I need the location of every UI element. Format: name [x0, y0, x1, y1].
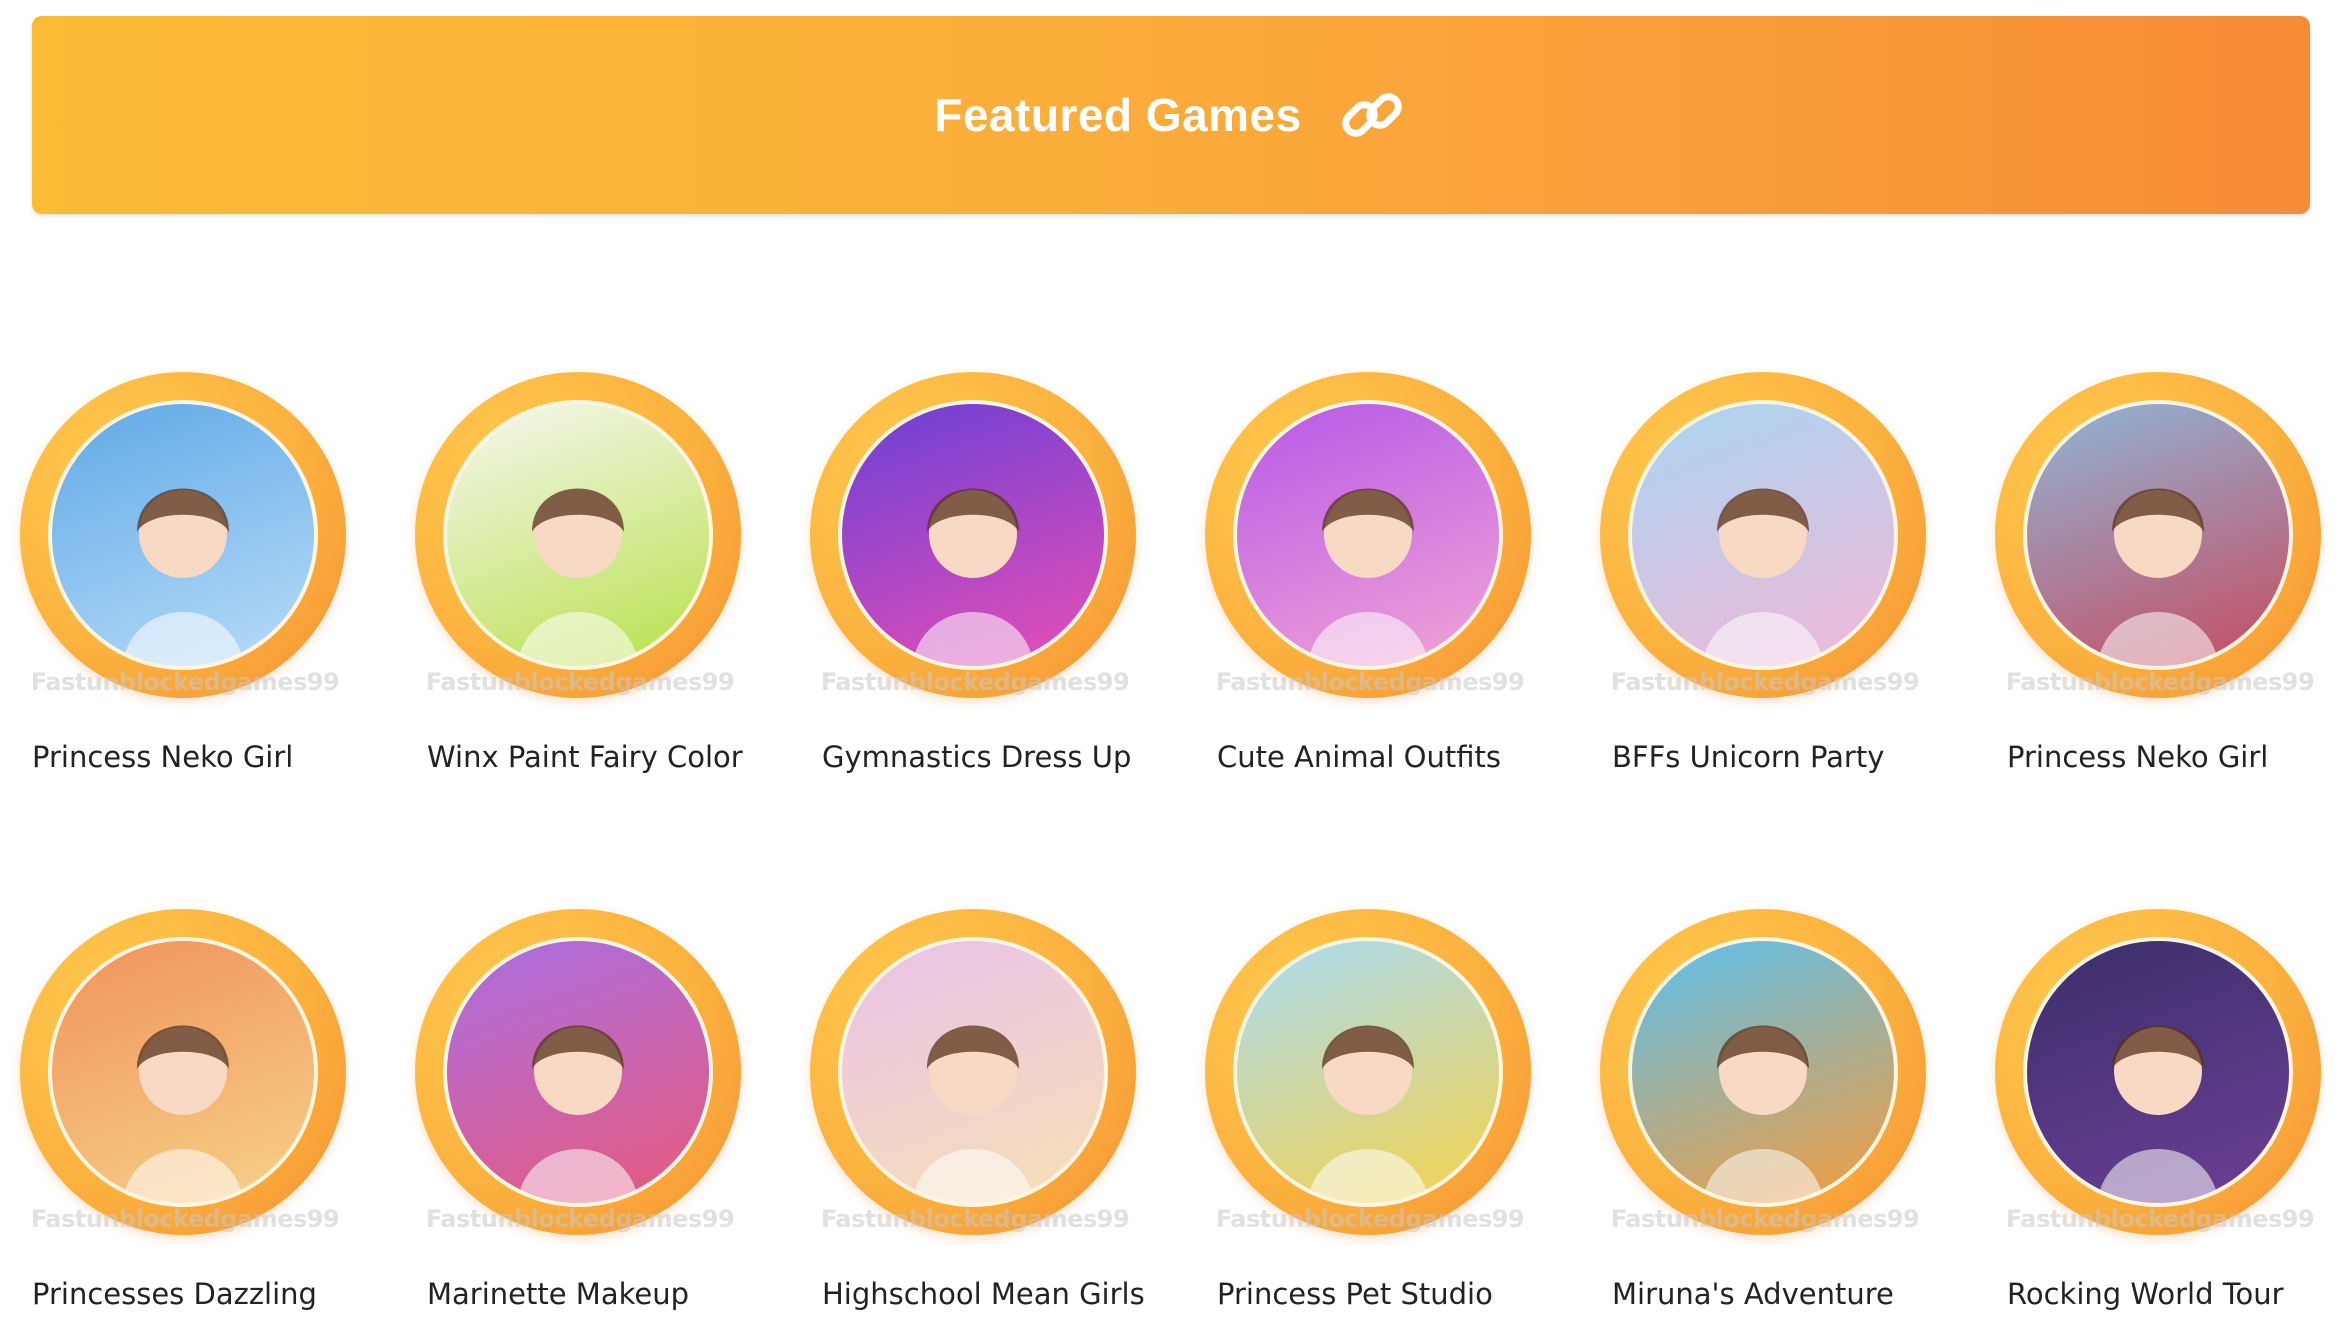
- game-thumbnail[interactable]: [1233, 400, 1503, 670]
- game-card[interactable]: Fastunblockedgames99 Princess Neko Girl: [1975, 372, 2321, 792]
- figure-body: [2097, 612, 2219, 666]
- banner-title: Featured Games: [934, 89, 1302, 141]
- game-title[interactable]: Winx Paint Fairy Color: [427, 740, 767, 774]
- game-art: [1702, 1025, 1824, 1203]
- game-art: [2097, 1025, 2219, 1203]
- game-art: [912, 488, 1034, 666]
- watermark-text: Fastunblockedgames99: [2005, 1205, 2315, 1233]
- game-card[interactable]: Fastunblockedgames99 Winx Paint Fairy Col…: [395, 372, 743, 792]
- game-art: [1307, 488, 1429, 666]
- watermark-text: Fastunblockedgames99: [820, 1205, 1130, 1233]
- game-thumbnail-ring[interactable]: [1205, 909, 1531, 1235]
- watermark-text: Fastunblockedgames99: [30, 1205, 340, 1233]
- game-title[interactable]: BFFs Unicorn Party: [1612, 740, 1952, 774]
- game-title[interactable]: Marinette Makeup: [427, 1277, 767, 1311]
- game-title[interactable]: Princesses Dazzling: [32, 1277, 372, 1311]
- featured-games-page: Featured Games Fastunblockedgames99 Princ…: [0, 0, 2342, 1330]
- game-card[interactable]: Fastunblockedgames99 Miruna's Adventure: [1580, 909, 1926, 1329]
- game-card[interactable]: Fastunblockedgames99 Princess Neko Girl: [0, 372, 346, 792]
- watermark-text: Fastunblockedgames99: [30, 668, 340, 696]
- figure-body: [1702, 1149, 1824, 1203]
- game-card[interactable]: Fastunblockedgames99 Marinette Makeup: [395, 909, 741, 1329]
- game-thumbnail-ring[interactable]: [810, 909, 1136, 1235]
- game-card[interactable]: Fastunblockedgames99 Princess Pet Studio: [1185, 909, 1531, 1329]
- game-card[interactable]: Fastunblockedgames99 Highschool Mean Girl…: [790, 909, 1145, 1329]
- game-thumbnail[interactable]: [838, 937, 1108, 1207]
- game-thumbnail[interactable]: [443, 937, 713, 1207]
- link-icon[interactable]: [1336, 79, 1408, 151]
- game-art: [517, 488, 639, 666]
- game-thumbnail[interactable]: [1628, 400, 1898, 670]
- game-title[interactable]: Princess Neko Girl: [2007, 740, 2342, 774]
- game-art: [2097, 488, 2219, 666]
- game-thumbnail-ring[interactable]: [1600, 909, 1926, 1235]
- watermark-text: Fastunblockedgames99: [1610, 668, 1920, 696]
- featured-games-banner[interactable]: Featured Games: [32, 16, 2310, 214]
- game-thumbnail-ring[interactable]: [20, 372, 346, 698]
- watermark-text: Fastunblockedgames99: [1215, 1205, 1525, 1233]
- game-thumbnail-ring[interactable]: [1995, 909, 2321, 1235]
- watermark-text: Fastunblockedgames99: [2005, 668, 2315, 696]
- figure-body: [912, 612, 1034, 666]
- watermark-text: Fastunblockedgames99: [1610, 1205, 1920, 1233]
- game-thumbnail[interactable]: [838, 400, 1108, 670]
- game-art: [912, 1025, 1034, 1203]
- game-card[interactable]: Fastunblockedgames99 BFFs Unicorn Party: [1580, 372, 1926, 792]
- games-grid: Fastunblockedgames99 Princess Neko Girl Fa…: [0, 372, 2342, 1330]
- game-card[interactable]: Fastunblockedgames99 Cute Animal Outfits: [1185, 372, 1531, 792]
- game-thumbnail-ring[interactable]: [1995, 372, 2321, 698]
- figure-body: [1702, 612, 1824, 666]
- game-title[interactable]: Princess Neko Girl: [32, 740, 372, 774]
- game-thumbnail[interactable]: [443, 400, 713, 670]
- game-thumbnail[interactable]: [48, 400, 318, 670]
- figure-body: [1307, 1149, 1429, 1203]
- game-art: [1307, 1025, 1429, 1203]
- game-title[interactable]: Gymnastics Dress Up: [822, 740, 1162, 774]
- game-art: [517, 1025, 639, 1203]
- game-thumbnail[interactable]: [2023, 400, 2293, 670]
- game-art: [1702, 488, 1824, 666]
- figure-body: [1307, 612, 1429, 666]
- game-title[interactable]: Highschool Mean Girls: [822, 1277, 1162, 1311]
- game-title[interactable]: Princess Pet Studio: [1217, 1277, 1557, 1311]
- figure-body: [122, 1149, 244, 1203]
- figure-body: [2097, 1149, 2219, 1203]
- game-title[interactable]: Rocking World Tour: [2007, 1277, 2342, 1311]
- game-thumbnail-ring[interactable]: [20, 909, 346, 1235]
- game-thumbnail-ring[interactable]: [1600, 372, 1926, 698]
- game-art: [122, 1025, 244, 1203]
- game-title[interactable]: Miruna's Adventure: [1612, 1277, 1952, 1311]
- game-thumbnail-ring[interactable]: [810, 372, 1136, 698]
- game-thumbnail[interactable]: [1233, 937, 1503, 1207]
- game-thumbnail-ring[interactable]: [415, 909, 741, 1235]
- figure-body: [122, 612, 244, 666]
- game-card[interactable]: Fastunblockedgames99 Gymnastics Dress Up: [790, 372, 1136, 792]
- game-art: [122, 488, 244, 666]
- watermark-text: Fastunblockedgames99: [425, 1205, 735, 1233]
- watermark-text: Fastunblockedgames99: [1215, 668, 1525, 696]
- game-thumbnail-ring[interactable]: [1205, 372, 1531, 698]
- game-thumbnail[interactable]: [2023, 937, 2293, 1207]
- game-thumbnail[interactable]: [1628, 937, 1898, 1207]
- watermark-text: Fastunblockedgames99: [425, 668, 735, 696]
- figure-body: [517, 612, 639, 666]
- game-thumbnail[interactable]: [48, 937, 318, 1207]
- figure-body: [912, 1149, 1034, 1203]
- game-title[interactable]: Cute Animal Outfits: [1217, 740, 1557, 774]
- game-card[interactable]: Fastunblockedgames99 Rocking World Tour: [1975, 909, 2321, 1329]
- game-card[interactable]: Fastunblockedgames99 Princesses Dazzling: [0, 909, 346, 1329]
- game-thumbnail-ring[interactable]: [415, 372, 741, 698]
- watermark-text: Fastunblockedgames99: [820, 668, 1130, 696]
- figure-body: [517, 1149, 639, 1203]
